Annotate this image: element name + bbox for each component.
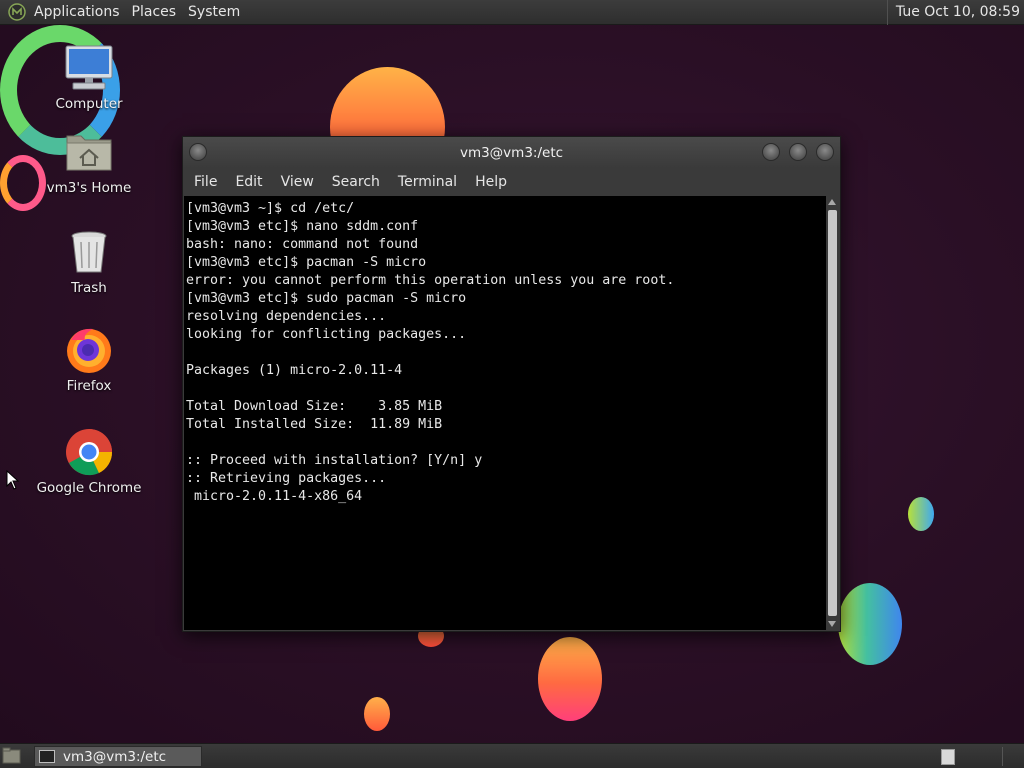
blue-bubble-decoration bbox=[908, 497, 934, 531]
taskbar-terminal-button[interactable]: vm3@vm3:/etc bbox=[34, 746, 202, 767]
desktop-icon-label: Firefox bbox=[66, 378, 112, 394]
system-menu[interactable]: System bbox=[182, 0, 246, 25]
desktop-icon-label: Trash bbox=[71, 280, 107, 296]
maximize-button[interactable] bbox=[789, 143, 807, 161]
desktop-icon-chrome[interactable]: Google Chrome bbox=[34, 428, 144, 496]
mouse-pointer-icon bbox=[6, 469, 20, 490]
desktop-icon-firefox[interactable]: Firefox bbox=[34, 326, 144, 394]
menu-search[interactable]: Search bbox=[323, 174, 389, 190]
mate-logo-icon[interactable] bbox=[6, 1, 28, 23]
desktop-icon-trash[interactable]: Trash bbox=[34, 228, 144, 296]
top-panel: Applications Places System Tue Oct 10, 0… bbox=[0, 0, 1024, 25]
terminal-window[interactable]: vm3@vm3:/etc File Edit View Search Termi… bbox=[182, 136, 841, 632]
show-desktop-icon[interactable] bbox=[2, 747, 22, 765]
chrome-icon bbox=[63, 428, 115, 476]
menu-terminal[interactable]: Terminal bbox=[389, 174, 466, 190]
terminal-menubar: File Edit View Search Terminal Help bbox=[183, 168, 840, 196]
menu-view[interactable]: View bbox=[272, 174, 323, 190]
taskbar-label: vm3@vm3:/etc bbox=[63, 748, 167, 765]
computer-icon bbox=[63, 44, 115, 92]
terminal-scrollbar[interactable] bbox=[826, 196, 839, 630]
bottom-panel: vm3@vm3:/etc bbox=[0, 743, 1024, 768]
trash-icon bbox=[63, 228, 115, 276]
terminal-area[interactable]: [vm3@vm3 ~]$ cd /etc/ [vm3@vm3 etc]$ nan… bbox=[184, 196, 827, 630]
blue-bubble-decoration bbox=[838, 583, 902, 665]
close-button[interactable] bbox=[816, 143, 834, 161]
window-titlebar[interactable]: vm3@vm3:/etc bbox=[183, 137, 840, 168]
applications-menu[interactable]: Applications bbox=[28, 0, 126, 25]
panel-separator bbox=[1002, 747, 1003, 766]
menu-edit[interactable]: Edit bbox=[226, 174, 271, 190]
scroll-down-arrow-icon[interactable] bbox=[828, 621, 836, 627]
desktop-icon-computer[interactable]: Computer bbox=[34, 44, 144, 112]
firefox-icon bbox=[63, 326, 115, 374]
desktop-icon-label: Computer bbox=[55, 96, 123, 112]
desktop-icon-label: Google Chrome bbox=[36, 480, 142, 496]
window-menu-button[interactable] bbox=[189, 143, 207, 161]
workspace-switcher[interactable] bbox=[941, 749, 955, 765]
menu-file[interactable]: File bbox=[185, 174, 226, 190]
home-folder-icon bbox=[63, 128, 115, 176]
menu-help[interactable]: Help bbox=[466, 174, 516, 190]
terminal-icon bbox=[39, 750, 55, 763]
desktop-icon-label: vm3's Home bbox=[46, 180, 132, 196]
desktop-icon-home[interactable]: vm3's Home bbox=[34, 128, 144, 196]
orange-bubble-decoration bbox=[538, 637, 602, 721]
window-title: vm3@vm3:/etc bbox=[459, 144, 564, 161]
orange-bubble-decoration bbox=[364, 697, 390, 731]
scrollbar-thumb[interactable] bbox=[828, 210, 837, 616]
terminal-output: [vm3@vm3 ~]$ cd /etc/ [vm3@vm3 etc]$ nan… bbox=[186, 201, 675, 504]
clock[interactable]: Tue Oct 10, 08:59 bbox=[886, 0, 1020, 25]
places-menu[interactable]: Places bbox=[126, 0, 183, 25]
scroll-up-arrow-icon[interactable] bbox=[828, 199, 836, 205]
minimize-button[interactable] bbox=[762, 143, 780, 161]
